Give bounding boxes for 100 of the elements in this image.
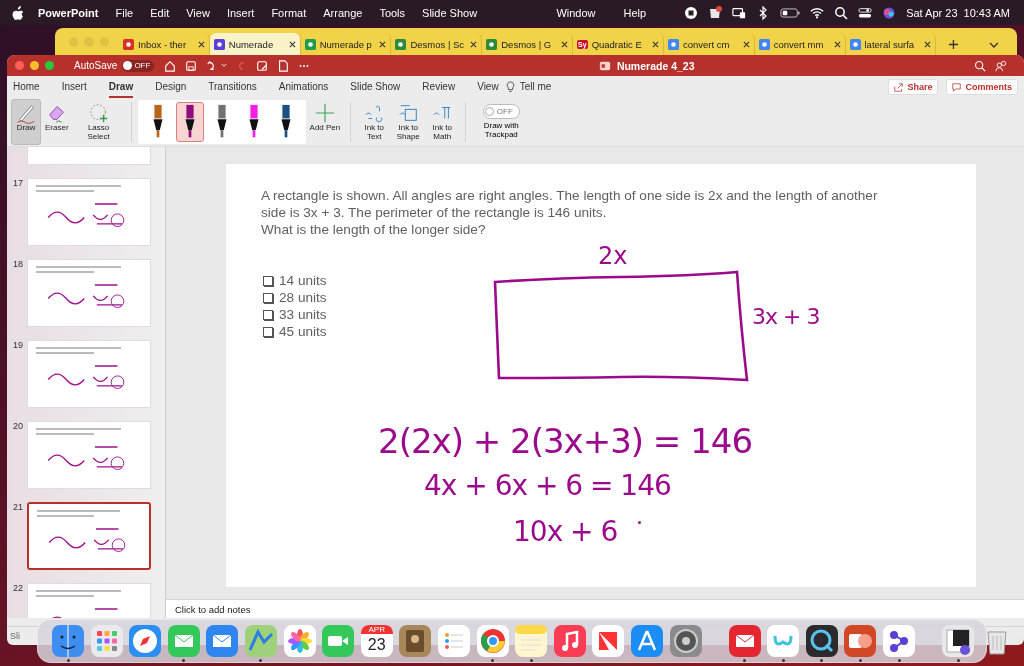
ribbon-tool-button[interactable]: Lasso Select bbox=[72, 99, 125, 145]
tell-me-search[interactable]: Tell me bbox=[519, 76, 552, 98]
connected-dots-icon[interactable] bbox=[882, 624, 917, 658]
tab-title[interactable]: convert mm bbox=[773, 38, 830, 50]
wifi-icon[interactable] bbox=[810, 5, 825, 20]
ink-convert-button[interactable]: Ink to Shape bbox=[391, 99, 426, 145]
ink-convert-button[interactable]: Ink to Text bbox=[357, 99, 392, 145]
share-button[interactable]: Share bbox=[888, 79, 939, 95]
envelope-icon[interactable] bbox=[205, 624, 240, 658]
menu-item[interactable]: File bbox=[115, 6, 134, 19]
ribbon-tool-button[interactable]: Draw bbox=[11, 99, 41, 145]
trackpad-label: Draw with Trackpad bbox=[482, 122, 520, 140]
browser-tab[interactable]: Numerade bbox=[209, 33, 301, 55]
status-text: Sli bbox=[10, 631, 20, 641]
close-icon[interactable] bbox=[833, 40, 841, 48]
ribbon-tab[interactable]: Insert bbox=[61, 76, 87, 98]
close-icon[interactable] bbox=[379, 40, 387, 48]
notes-placeholder[interactable]: Click to add notes bbox=[175, 603, 251, 615]
menu-item[interactable]: Arrange bbox=[323, 6, 363, 19]
trackpad-toggle[interactable]: OFF bbox=[482, 104, 520, 120]
checklist-icon[interactable] bbox=[436, 624, 471, 658]
tab-title[interactable]: lateral surfa bbox=[864, 38, 921, 50]
menu-item[interactable]: Tools bbox=[379, 6, 406, 19]
ink-to-shape-icon bbox=[397, 102, 420, 124]
flower-icon[interactable] bbox=[282, 624, 317, 658]
gear-icon[interactable] bbox=[668, 624, 703, 658]
menu-item[interactable]: Help bbox=[623, 6, 647, 19]
ink-convert-button[interactable]: Ink to Math bbox=[425, 99, 460, 145]
add-pen-button[interactable]: Add Pen bbox=[305, 99, 345, 145]
map-icon[interactable] bbox=[243, 624, 278, 658]
menu-item[interactable]: Slide Show bbox=[422, 6, 478, 19]
close-icon[interactable] bbox=[561, 40, 569, 48]
close-icon[interactable] bbox=[288, 40, 296, 48]
menu-item[interactable]: Window bbox=[556, 6, 596, 19]
folder-stack-icon[interactable] bbox=[941, 624, 976, 658]
autosave-toggle[interactable]: OFF bbox=[122, 59, 155, 72]
ribbon-tab[interactable]: Transitions bbox=[208, 76, 257, 98]
app-grid-icon[interactable] bbox=[89, 624, 124, 658]
address-book-icon[interactable] bbox=[398, 624, 433, 658]
envelope-icon[interactable] bbox=[727, 624, 762, 658]
comments-button[interactable]: Comments bbox=[946, 79, 1018, 95]
close-icon[interactable] bbox=[924, 40, 932, 48]
magnifier-icon[interactable] bbox=[804, 624, 839, 658]
zoom-button[interactable] bbox=[45, 61, 54, 70]
apple-logo-icon[interactable] bbox=[12, 5, 24, 20]
ribbon-tab[interactable]: Slide Show bbox=[350, 76, 401, 98]
save-icon[interactable] bbox=[185, 59, 198, 72]
ribbon-tab[interactable]: Home bbox=[13, 76, 40, 98]
slide-number: 21 bbox=[12, 502, 23, 512]
ribbon-tab[interactable]: Design bbox=[155, 76, 187, 98]
minimize-button[interactable] bbox=[30, 61, 39, 70]
notes-pane[interactable]: Click to add notes bbox=[166, 599, 1024, 618]
control-center-icon[interactable] bbox=[858, 5, 873, 20]
new-document-icon[interactable] bbox=[277, 59, 290, 72]
people-icon[interactable] bbox=[995, 59, 1007, 72]
smiling-face-icon[interactable] bbox=[51, 624, 85, 658]
close-icon[interactable] bbox=[470, 40, 478, 48]
slide-thumbnail[interactable] bbox=[27, 502, 151, 570]
slide-number: 20 bbox=[12, 421, 23, 431]
calendar-icon[interactable]: APR 23 bbox=[360, 625, 393, 657]
colorful-orb-icon[interactable] bbox=[882, 5, 897, 20]
tab-title[interactable]: Desmos | G bbox=[501, 38, 558, 50]
ribbon-tab[interactable]: Animations bbox=[278, 76, 329, 98]
close-icon[interactable] bbox=[742, 40, 750, 48]
tab-title[interactable]: Inbox - ther bbox=[138, 38, 194, 50]
badge-app-icon[interactable] bbox=[708, 5, 723, 20]
close-icon[interactable] bbox=[197, 40, 205, 48]
tab-title[interactable]: Numerade bbox=[228, 38, 285, 50]
ribbon-tab[interactable]: View bbox=[477, 76, 499, 98]
newspaper-icon[interactable] bbox=[591, 624, 626, 658]
home-icon[interactable] bbox=[164, 59, 177, 72]
search-icon[interactable] bbox=[834, 5, 849, 20]
menu-time[interactable]: 10:43 AM bbox=[963, 6, 1010, 19]
menu-app-name[interactable]: PowerPoint bbox=[38, 6, 99, 19]
compass-icon[interactable] bbox=[128, 624, 163, 658]
menu-item[interactable]: Edit bbox=[150, 6, 170, 19]
chevron-down-icon[interactable] bbox=[989, 42, 999, 48]
tab-title[interactable]: Quadratic E bbox=[591, 38, 648, 50]
pen-button[interactable] bbox=[175, 102, 204, 142]
menu-item[interactable]: View bbox=[186, 6, 210, 19]
battery-icon[interactable] bbox=[780, 5, 801, 20]
menu-item[interactable]: Insert bbox=[226, 6, 255, 19]
tab-title[interactable]: Desmos | Sc bbox=[410, 38, 467, 50]
menu-item[interactable]: Format bbox=[271, 6, 307, 19]
menu-date[interactable]: Sat Apr 23 bbox=[906, 6, 958, 19]
ribbon-tab[interactable]: Draw bbox=[108, 76, 134, 98]
tab-title[interactable]: convert cm bbox=[682, 38, 739, 50]
option-label: 45 units bbox=[279, 323, 327, 340]
new-tab-icon[interactable] bbox=[948, 39, 960, 50]
lasso-icon bbox=[87, 102, 110, 124]
tab-title[interactable]: Numerade p bbox=[319, 38, 376, 50]
save-as-icon[interactable] bbox=[256, 59, 269, 72]
ribbon-tab[interactable]: Review bbox=[422, 76, 456, 98]
close-icon[interactable] bbox=[651, 40, 659, 48]
display-icon[interactable] bbox=[732, 5, 747, 20]
caret-icon[interactable] bbox=[221, 63, 228, 68]
presentation-icon[interactable] bbox=[843, 624, 878, 658]
record-icon[interactable] bbox=[684, 5, 699, 20]
ribbon-tool-button[interactable]: Eraser bbox=[41, 99, 73, 145]
music-note-icon[interactable] bbox=[552, 624, 587, 658]
